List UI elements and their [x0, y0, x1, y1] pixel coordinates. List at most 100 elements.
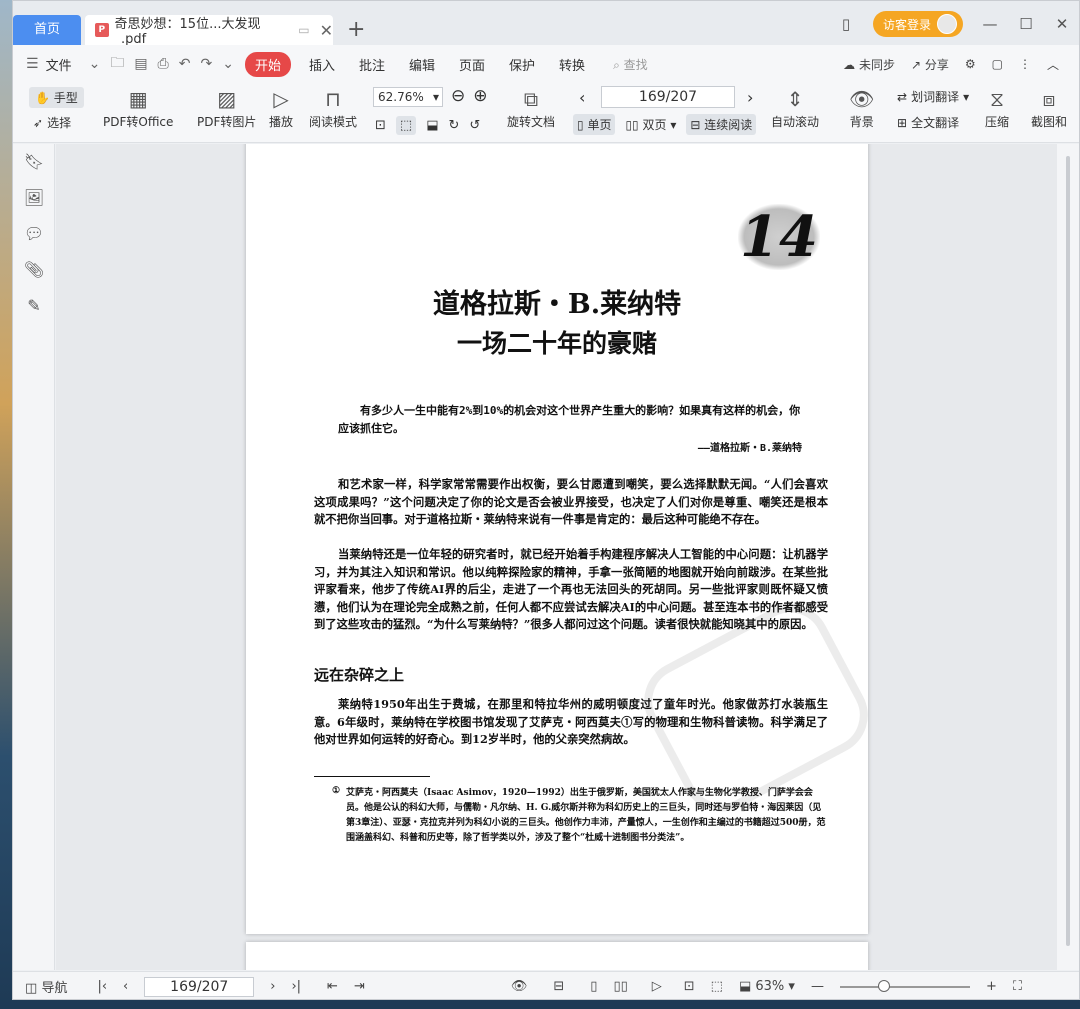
zoom-in-icon[interactable]: ⊕	[473, 86, 487, 106]
next-page-button[interactable]: ›	[262, 979, 283, 994]
pdf-to-office-button[interactable]: ▦ PDF转Office	[103, 85, 173, 130]
forward-icon[interactable]: ⇥	[346, 979, 373, 994]
redo-icon[interactable]: ↷	[195, 56, 217, 72]
zoom-status-value: 63%	[755, 979, 785, 994]
settings-icon[interactable]: ⚙	[965, 57, 976, 71]
zoom-out-icon[interactable]: ⊖	[451, 86, 465, 106]
fullscreen-icon[interactable]: ⛶	[1005, 979, 1030, 994]
menu-annotate[interactable]: 批注	[347, 55, 397, 74]
screenshot-button[interactable]: ⧈ 截图和	[1031, 85, 1067, 130]
full-translate-button[interactable]: ⊞ 全文翻译	[897, 114, 959, 131]
menu-page[interactable]: 页面	[447, 55, 497, 74]
footnote-divider	[314, 776, 430, 777]
search-label: 查找	[623, 57, 648, 72]
first-page-icon[interactable]: |‹	[89, 979, 115, 994]
hamburger-icon[interactable]: ☰	[21, 56, 44, 72]
thumbnail-icon[interactable]: 🖼︎	[13, 180, 55, 216]
fit-page-icon[interactable]: ⬚	[395, 116, 417, 135]
home-tab[interactable]: 首页	[13, 15, 81, 45]
prev-page-icon[interactable]: ‹	[579, 88, 585, 107]
eye-protect-icon[interactable]: 👁	[503, 979, 536, 994]
document-tab-label: 奇思妙想：15位...大发现_.pdf	[114, 17, 261, 47]
actual-size-icon[interactable]: ⊡	[375, 118, 386, 133]
bookmark-icon[interactable]: 🔖︎	[13, 144, 55, 180]
single-mode-icon[interactable]: ▯	[582, 979, 605, 994]
ribbon-toolbar: ✋ 手型 ➶ 选择 ▦ PDF转Office ▨ PDF转图片 ▷ 播放 ⊓ 阅…	[13, 83, 1079, 143]
read-mode-button[interactable]: ⊓ 阅读模式	[309, 85, 357, 130]
compress-button[interactable]: ⧖ 压缩	[985, 85, 1009, 130]
screenshot-label: 截图和	[1031, 115, 1068, 129]
zoom-select[interactable]: 62.76% ▾	[373, 87, 443, 107]
pdf-to-image-button[interactable]: ▨ PDF转图片	[197, 85, 256, 130]
continuous-mode-icon[interactable]: ⊟	[545, 979, 572, 994]
comment-icon[interactable]: ▢	[992, 57, 1003, 71]
attachment-icon[interactable]: 📎︎	[13, 252, 55, 288]
fit-page-status-icon[interactable]: ⬚	[703, 979, 731, 994]
save-icon[interactable]: ▤	[129, 56, 152, 72]
continuous-read-button[interactable]: ⊟ 连续阅读	[686, 114, 757, 135]
guest-login-button[interactable]: 访客登录	[872, 11, 963, 37]
status-page-input[interactable]: 169/207	[144, 976, 255, 997]
next-page-icon[interactable]: ›	[747, 88, 753, 107]
pdf-to-image-label: PDF转图片	[197, 115, 257, 129]
menu-protect[interactable]: 保护	[497, 55, 547, 74]
comment-panel-icon[interactable]: 💬︎	[13, 216, 55, 252]
hand-tool-button[interactable]: ✋ 手型	[29, 87, 84, 108]
play-status-icon[interactable]: ▷	[644, 979, 670, 994]
rotate-left-icon[interactable]: ↺	[469, 118, 480, 133]
pin-icon[interactable]: ▭	[298, 23, 309, 37]
undo-icon[interactable]: ↶	[174, 56, 196, 72]
select-tool-label: 选择	[47, 116, 72, 130]
chevron-down-icon[interactable]: ⌄	[84, 56, 106, 72]
rotate-right-icon[interactable]: ↻	[449, 118, 460, 133]
sync-button[interactable]: ☁ 未同步	[843, 56, 895, 73]
single-page-button[interactable]: ▯ 单页	[573, 114, 616, 135]
back-icon[interactable]: ⇤	[319, 979, 346, 994]
fit-width-icon[interactable]: ⬓	[426, 118, 438, 133]
close-tab-icon[interactable]: ✕	[320, 21, 333, 40]
minimize-icon[interactable]: —	[981, 15, 999, 33]
actual-size-status-icon[interactable]: ⊡	[676, 979, 703, 994]
maximize-icon[interactable]: ☐	[1017, 15, 1035, 33]
vertical-scrollbar[interactable]	[1057, 144, 1079, 970]
more-icon[interactable]: ⋮	[1019, 57, 1031, 71]
double-mode-icon[interactable]: ▯▯	[605, 979, 635, 994]
play-button[interactable]: ▷ 播放	[269, 85, 293, 130]
document-canvas[interactable]: 14 道格拉斯・B.莱纳特 一场二十年的豪赌 有多少人一生中能有2%到10%的机…	[56, 144, 1058, 970]
page-number-input[interactable]: 169/207	[601, 86, 735, 108]
prev-page-button[interactable]: ‹	[115, 979, 136, 994]
open-folder-icon[interactable]: 🗀	[105, 52, 129, 76]
menu-insert[interactable]: 插入	[297, 55, 347, 74]
zoom-out-status-icon[interactable]: —	[803, 979, 832, 994]
collapse-ribbon-icon[interactable]: ︿	[1047, 56, 1059, 73]
menu-start[interactable]: 开始	[244, 51, 291, 77]
menu-edit[interactable]: 编辑	[397, 55, 447, 74]
document-tab[interactable]: P 奇思妙想：15位...大发现_.pdf ▭ ✕	[85, 15, 333, 47]
word-translate-button[interactable]: ⇄ 划词翻译 ▾	[897, 88, 969, 105]
zoom-slider[interactable]	[839, 979, 970, 992]
share-button[interactable]: ↗ 分享	[911, 56, 949, 73]
select-tool-button[interactable]: ➶ 选择	[33, 114, 71, 131]
rotate-doc-button[interactable]: ⧉ 旋转文档	[507, 85, 555, 130]
menu-convert[interactable]: 转换	[547, 55, 597, 74]
double-page-button[interactable]: ▯▯ 双页 ▾	[625, 116, 676, 133]
zoom-status[interactable]: ⬓ 63% ▾	[731, 979, 803, 994]
print-icon[interactable]: ⎙	[153, 56, 174, 72]
window-layout-icon[interactable]: ▯	[837, 15, 855, 33]
signature-icon[interactable]: ✎	[13, 288, 55, 324]
nav-toggle[interactable]: ◫ 导航	[13, 977, 75, 996]
menu-file[interactable]: 文件	[44, 55, 84, 74]
footnote: 艾萨克・阿西莫夫（Isaac Asimov，1920—1992）出生于俄罗斯，美…	[346, 788, 826, 843]
background-button[interactable]: 👁 背景	[849, 85, 874, 130]
new-tab-button[interactable]: +	[347, 17, 365, 42]
background-label: 背景	[849, 115, 874, 129]
scrollbar-thumb[interactable]	[1066, 156, 1070, 946]
zoom-slider-knob[interactable]	[877, 979, 890, 992]
auto-scroll-button[interactable]: ⇕ 自动滚动	[771, 85, 819, 130]
search-field[interactable]: ⌕ 查找	[613, 56, 648, 73]
last-page-icon[interactable]: ›|	[283, 979, 309, 994]
close-window-icon[interactable]: ✕	[1053, 15, 1071, 33]
more-chevron-icon[interactable]: ⌄	[217, 56, 239, 72]
panel-icon: ◫	[25, 981, 38, 996]
zoom-in-status-icon[interactable]: +	[978, 979, 1005, 994]
